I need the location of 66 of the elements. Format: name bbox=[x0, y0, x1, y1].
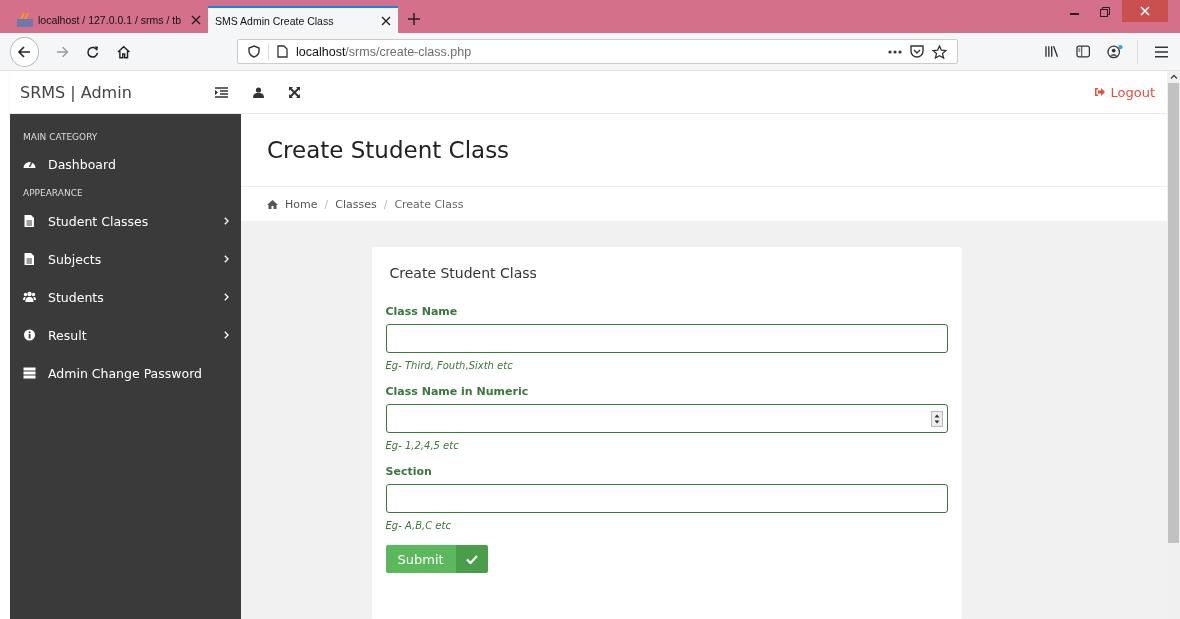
field-label: Class Name bbox=[385, 305, 459, 318]
breadcrumb-link[interactable]: Classes bbox=[335, 197, 377, 211]
server-icon bbox=[23, 367, 36, 379]
reload-icon[interactable] bbox=[86, 44, 100, 59]
expand-icon[interactable] bbox=[289, 86, 300, 98]
logout-icon bbox=[1094, 87, 1106, 97]
close-icon[interactable] bbox=[381, 15, 391, 26]
back-button[interactable] bbox=[10, 36, 39, 67]
sidebar-toggle-icon[interactable] bbox=[1076, 45, 1091, 58]
help-text: Eg- Third, Fouth,Sixth etc bbox=[385, 360, 514, 371]
users-icon bbox=[23, 291, 36, 303]
shield-icon bbox=[248, 45, 260, 58]
logout-link[interactable]: Logout bbox=[1094, 84, 1155, 100]
spinner-icon[interactable] bbox=[930, 410, 943, 427]
tab-title: SMS Admin Create Class bbox=[215, 14, 335, 27]
scrollbar[interactable] bbox=[1167, 71, 1180, 619]
close-window-button[interactable] bbox=[1122, 0, 1168, 22]
input-field[interactable] bbox=[385, 324, 948, 353]
sidebar-item[interactable]: Student Classes bbox=[10, 202, 241, 240]
breadcrumb-separator: / bbox=[383, 197, 388, 211]
input-field[interactable] bbox=[385, 484, 948, 513]
back-arrow-icon bbox=[17, 44, 32, 59]
tab-title: localhost / 127.0.0.1 / srms / tb bbox=[38, 13, 182, 26]
folder-icon bbox=[17, 12, 33, 27]
library-icon[interactable] bbox=[1044, 45, 1060, 58]
user-icon[interactable] bbox=[253, 86, 264, 98]
sidebar-item[interactable]: Students bbox=[10, 278, 241, 316]
sidebar-item[interactable]: Result bbox=[10, 316, 241, 354]
browser-tab[interactable]: SMS Admin Create Class bbox=[208, 6, 398, 33]
help-text: Eg- A,B,C etc bbox=[385, 520, 452, 531]
close-icon bbox=[1140, 6, 1150, 16]
browser-tab[interactable]: localhost / 127.0.0.1 / srms / tb bbox=[10, 6, 208, 33]
url-host: localhost bbox=[296, 44, 346, 59]
breadcrumb-separator: / bbox=[324, 197, 329, 211]
url-path: /srms/create-class.php bbox=[345, 44, 472, 59]
sidebar-heading: MAIN CATEGORY bbox=[22, 131, 99, 144]
address-bar[interactable]: localhost/srms/create-class.php bbox=[237, 39, 958, 64]
info-icon bbox=[23, 329, 36, 341]
field-label: Section bbox=[385, 465, 433, 478]
account-icon[interactable] bbox=[1107, 44, 1124, 59]
more-icon[interactable] bbox=[887, 49, 902, 54]
field-label: Class Name in Numeric bbox=[385, 385, 530, 398]
form-title: Create Student Class bbox=[389, 265, 538, 281]
breadcrumb-link[interactable]: Create Class bbox=[394, 197, 464, 211]
restore-icon[interactable] bbox=[1100, 7, 1110, 17]
star-icon[interactable] bbox=[931, 44, 947, 59]
app-brand[interactable]: SRMS | Admin bbox=[20, 82, 215, 102]
menu-toggle-icon[interactable] bbox=[215, 86, 228, 98]
page-icon bbox=[277, 45, 288, 58]
document-icon bbox=[23, 215, 36, 227]
sidebar-item[interactable]: Subjects bbox=[10, 240, 241, 278]
home-icon bbox=[267, 199, 278, 209]
document-icon bbox=[23, 253, 36, 265]
number-input[interactable] bbox=[385, 404, 948, 433]
breadcrumb-link[interactable]: Home bbox=[285, 197, 318, 211]
check-icon bbox=[465, 554, 478, 564]
menu-icon[interactable] bbox=[1154, 45, 1169, 58]
help-text: Eg- 1,2,4,5 etc bbox=[385, 440, 460, 451]
page-title: Create Student Class bbox=[267, 137, 510, 163]
pocket-icon[interactable] bbox=[909, 45, 924, 58]
scroll-up-icon[interactable] bbox=[1169, 74, 1178, 79]
sidebar-item[interactable]: Admin Change Password bbox=[10, 354, 241, 392]
new-tab-icon[interactable] bbox=[408, 13, 420, 25]
sidebar-heading: APPEARANCE bbox=[22, 187, 84, 200]
sidebar-item[interactable]: Dashboard bbox=[10, 146, 241, 182]
home-icon[interactable] bbox=[116, 44, 130, 59]
